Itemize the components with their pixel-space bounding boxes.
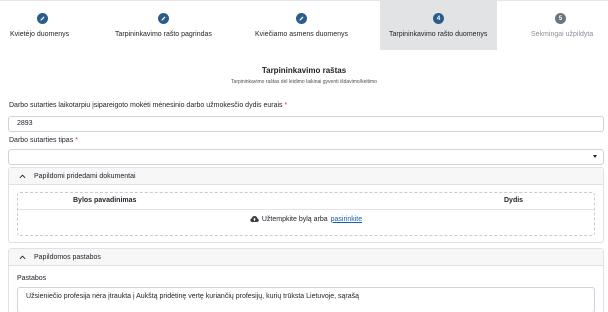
chevron-up-icon: [18, 172, 26, 180]
chevron-up-icon: [18, 253, 26, 261]
column-file-size: Dydis: [504, 197, 524, 204]
documents-panel-header[interactable]: Papildomi pridedami dokumentai: [9, 168, 603, 185]
salary-field-label: Darbo sutarties laikotarpiu įsipareigoto…: [9, 102, 287, 109]
step-3-pencil-icon: [296, 13, 307, 24]
step-4-label: Tarpininkavimo rašto duomenys: [389, 31, 488, 38]
contract-type-label-text: Darbo sutarties tipas: [9, 137, 74, 144]
step-3[interactable]: Kviečiamo asmens duomenys: [230, 0, 380, 50]
step-1-pencil-icon: [37, 13, 48, 24]
contract-type-select[interactable]: [8, 149, 604, 165]
step-4[interactable]: 4 Tarpininkavimo rašto duomenys: [380, 0, 497, 50]
notes-panel: Papildomos pastabos Pastabos Užsieniečio…: [8, 248, 604, 312]
files-table-header: Bylos pavadinimas Dydis: [18, 193, 594, 209]
choose-file-link[interactable]: pasirinkite: [331, 216, 363, 223]
step-4-number: 4: [433, 13, 444, 24]
step-2-label: Tarpininkavimo rašto pagrindas: [115, 31, 212, 38]
notes-textarea[interactable]: Užsieniečio profesija nėra įtraukta į Au…: [17, 287, 595, 312]
step-5[interactable]: 5 Sėkmingai užpildyta: [497, 0, 608, 50]
step-3-label: Kviečiamo asmens duomenys: [255, 31, 348, 38]
required-mark: *: [284, 102, 288, 109]
step-5-label: Sėkmingai užpildyta: [531, 31, 594, 38]
dropzone-text: Užtempkite bylą arba: [261, 215, 328, 223]
salary-input[interactable]: 2893: [8, 116, 604, 132]
dropzone-message: Užtempkite bylą arba pasirinkite: [18, 215, 594, 223]
step-1-label: Kvietėjo duomenys: [10, 31, 70, 38]
column-file-name: Bylos pavadinimas: [73, 197, 137, 204]
step-1[interactable]: Kvietėjo duomenys: [0, 0, 100, 50]
progress-stepper: Kvietėjo duomenys Tarpininkavimo rašto p…: [0, 0, 608, 50]
caret-down-icon: [593, 155, 597, 158]
form-subtitle: Tarpininkavimo raštas dėl leidimo laikin…: [231, 79, 377, 85]
files-header-divider: [18, 209, 594, 210]
file-dropzone[interactable]: Bylos pavadinimas Dydis Užtempkite bylą …: [17, 192, 595, 236]
notes-label: Pastabos: [17, 275, 47, 282]
salary-label-text: Darbo sutarties laikotarpiu įsipareigoto…: [9, 102, 283, 109]
step-2[interactable]: Tarpininkavimo rašto pagrindas: [100, 0, 230, 50]
notes-panel-header[interactable]: Papildomos pastabos: [9, 249, 603, 266]
form-title: Tarpininkavimo raštas: [261, 66, 347, 75]
step-2-pencil-icon: [158, 13, 169, 24]
documents-panel: Papildomi pridedami dokumentai Bylos pav…: [8, 167, 604, 243]
required-mark: *: [75, 137, 78, 144]
documents-panel-title: Papildomi pridedami dokumentai: [34, 172, 136, 180]
notes-panel-title: Papildomos pastabos: [34, 253, 101, 261]
step-5-number: 5: [555, 13, 566, 24]
contract-type-label: Darbo sutarties tipas *: [9, 137, 78, 144]
cloud-upload-icon: [250, 216, 259, 222]
